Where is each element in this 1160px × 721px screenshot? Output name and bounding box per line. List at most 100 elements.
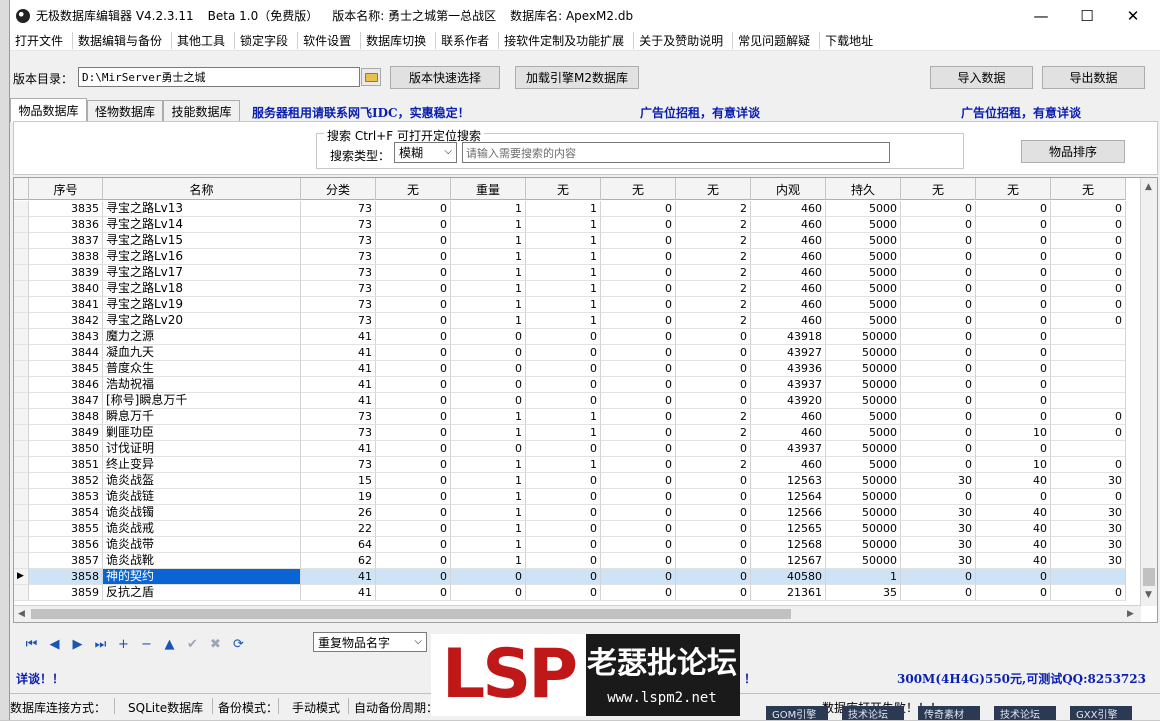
table-cell[interactable]: 0 [376, 361, 451, 377]
table-cell[interactable]: 43937 [751, 441, 826, 457]
item-name-cell[interactable]: 讨伐证明 [103, 441, 301, 457]
column-header[interactable]: 名称 [103, 178, 301, 200]
table-cell[interactable]: 0 [901, 329, 976, 345]
table-cell[interactable]: 3837 [29, 233, 103, 249]
table-cell[interactable] [1051, 393, 1126, 409]
table-cell[interactable]: 0 [451, 569, 526, 585]
item-name-cell[interactable]: 寻宝之路Lv19 [103, 297, 301, 313]
table-row[interactable]: 3849 剿匪功臣 73 0 1 1 0 2 460 5000 0 10 0 [14, 425, 1126, 441]
column-header[interactable]: 无 [901, 178, 976, 200]
item-name-cell[interactable]: 寻宝之路Lv20 [103, 313, 301, 329]
prev-icon[interactable]: ◀ [43, 634, 66, 654]
table-row[interactable]: 3853 诡炎战链 19 0 1 0 0 0 12564 50000 0 0 0 [14, 489, 1126, 505]
menu-item[interactable]: 联系作者 [436, 32, 500, 49]
table-cell[interactable]: 0 [601, 457, 676, 473]
table-cell[interactable]: 0 [601, 393, 676, 409]
table-cell[interactable]: 460 [751, 281, 826, 297]
table-cell[interactable]: 73 [301, 201, 376, 217]
table-cell[interactable]: 0 [601, 377, 676, 393]
item-name-cell[interactable]: 浩劫祝福 [103, 377, 301, 393]
column-header[interactable]: 无 [376, 178, 451, 200]
table-cell[interactable]: 0 [676, 489, 751, 505]
row-indicator[interactable] [14, 553, 29, 569]
table-cell[interactable]: 41 [301, 441, 376, 457]
table-row[interactable]: 3835 寻宝之路Lv13 73 0 1 1 0 2 460 5000 0 0 0 [14, 201, 1126, 217]
table-cell[interactable]: 0 [1051, 201, 1126, 217]
table-cell[interactable]: 0 [526, 489, 601, 505]
row-indicator[interactable] [14, 409, 29, 425]
table-row[interactable]: 3838 寻宝之路Lv16 73 0 1 1 0 2 460 5000 0 0 0 [14, 249, 1126, 265]
table-cell[interactable]: 12567 [751, 553, 826, 569]
table-cell[interactable]: 0 [376, 393, 451, 409]
row-indicator[interactable] [14, 313, 29, 329]
item-name-cell[interactable]: 寻宝之路Lv14 [103, 217, 301, 233]
table-cell[interactable]: 5000 [826, 457, 901, 473]
vertical-scrollbar[interactable]: ▲ ▼ [1140, 178, 1157, 606]
table-cell[interactable]: 0 [601, 217, 676, 233]
column-header[interactable]: 无 [676, 178, 751, 200]
table-cell[interactable]: 1 [526, 425, 601, 441]
row-indicator[interactable] [14, 265, 29, 281]
table-cell[interactable]: 43920 [751, 393, 826, 409]
table-cell[interactable]: 0 [376, 537, 451, 553]
next-icon[interactable]: ▶ [66, 634, 89, 654]
table-cell[interactable]: 0 [451, 585, 526, 601]
table-cell[interactable]: 30 [1051, 553, 1126, 569]
table-cell[interactable]: 50000 [826, 329, 901, 345]
table-cell[interactable]: 0 [526, 473, 601, 489]
table-cell[interactable]: 3849 [29, 425, 103, 441]
table-cell[interactable]: 0 [526, 505, 601, 521]
table-cell[interactable]: 0 [601, 489, 676, 505]
table-cell[interactable]: 0 [1051, 313, 1126, 329]
table-cell[interactable]: 73 [301, 297, 376, 313]
menu-item[interactable]: 接软件定制及功能扩展 [499, 32, 635, 49]
export-button[interactable]: 导出数据 [1042, 66, 1145, 89]
item-name-cell[interactable]: 魔力之源 [103, 329, 301, 345]
table-cell[interactable]: 0 [676, 329, 751, 345]
table-cell[interactable]: 460 [751, 457, 826, 473]
table-cell[interactable]: 0 [601, 281, 676, 297]
column-header[interactable]: 持久 [826, 178, 901, 200]
table-cell[interactable]: 3858 [29, 569, 103, 585]
table-cell[interactable]: 2 [676, 457, 751, 473]
table-cell[interactable]: 0 [676, 473, 751, 489]
table-cell[interactable]: 1 [526, 457, 601, 473]
row-indicator[interactable] [14, 393, 29, 409]
table-cell[interactable]: 0 [376, 425, 451, 441]
table-cell[interactable]: 460 [751, 265, 826, 281]
table-cell[interactable]: 0 [901, 233, 976, 249]
table-cell[interactable]: 2 [676, 281, 751, 297]
menu-item[interactable]: 锁定字段 [235, 32, 299, 49]
row-indicator[interactable] [14, 281, 29, 297]
table-cell[interactable]: 0 [601, 409, 676, 425]
table-cell[interactable]: 0 [376, 233, 451, 249]
table-cell[interactable]: 1 [526, 409, 601, 425]
table-cell[interactable]: 0 [901, 217, 976, 233]
table-cell[interactable]: 3841 [29, 297, 103, 313]
table-cell[interactable]: 30 [901, 537, 976, 553]
table-cell[interactable]: 3842 [29, 313, 103, 329]
table-cell[interactable]: 41 [301, 569, 376, 585]
table-cell[interactable]: 12566 [751, 505, 826, 521]
row-indicator[interactable] [14, 329, 29, 345]
item-name-cell[interactable]: 终止变异 [103, 457, 301, 473]
table-cell[interactable]: 0 [901, 313, 976, 329]
table-cell[interactable]: 0 [976, 585, 1051, 601]
row-indicator[interactable] [14, 377, 29, 393]
table-cell[interactable]: 0 [376, 329, 451, 345]
table-cell[interactable]: 1 [451, 553, 526, 569]
table-cell[interactable]: 1 [526, 201, 601, 217]
table-cell[interactable]: 0 [526, 441, 601, 457]
table-row[interactable]: 3854 诡炎战镯 26 0 1 0 0 0 12566 50000 30 40 30 [14, 505, 1126, 521]
table-cell[interactable]: 3843 [29, 329, 103, 345]
table-cell[interactable]: 1 [451, 265, 526, 281]
table-cell[interactable]: 41 [301, 393, 376, 409]
table-cell[interactable]: 0 [601, 361, 676, 377]
table-cell[interactable]: 0 [976, 281, 1051, 297]
table-cell[interactable]: 460 [751, 217, 826, 233]
table-row[interactable]: 3843 魔力之源 41 0 0 0 0 0 43918 50000 0 0 [14, 329, 1126, 345]
table-cell[interactable]: 0 [1051, 217, 1126, 233]
table-cell[interactable]: 0 [376, 281, 451, 297]
table-cell[interactable]: 1 [451, 217, 526, 233]
scroll-left-icon[interactable]: ◀ [18, 609, 25, 619]
